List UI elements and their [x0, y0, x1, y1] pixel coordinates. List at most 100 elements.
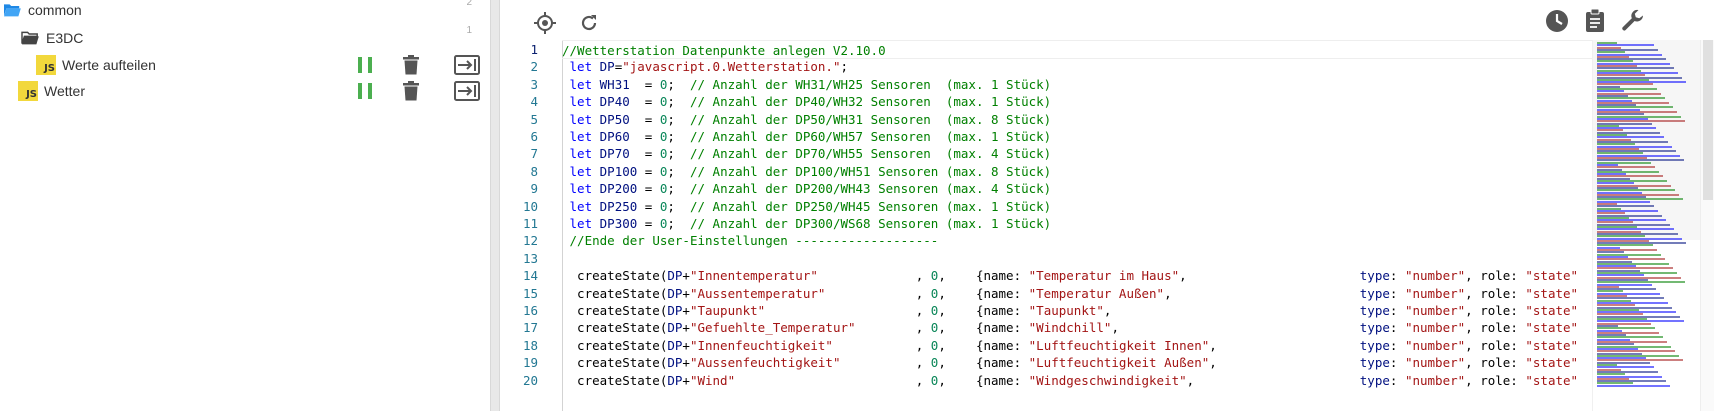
code-line[interactable]: let DP250 = 0; // Anzahl der DP250/WH45 …	[562, 197, 1052, 216]
item-count: 1	[466, 25, 472, 36]
code-line[interactable]: let WH31 = 0; // Anzahl der WH31/WH25 Se…	[562, 75, 1052, 94]
code-token: let	[569, 129, 593, 144]
code-editor[interactable]: 1 2 3 4 5 6 7 8 9 10 11 12 13 14 15 16 17 18 19 20 //Wetter…	[500, 40, 1592, 411]
line-number: 11	[522, 216, 538, 231]
clipboard-icon[interactable]	[1582, 8, 1608, 34]
line-number: 5	[530, 111, 538, 127]
scrollbar-thumb[interactable]	[1703, 40, 1713, 200]
code-token: let	[569, 216, 593, 231]
code-token: ,	[840, 355, 931, 371]
code-token: // Anzahl der DP300/WS68 Sensoren (max. …	[689, 216, 1052, 231]
line-number: 15	[522, 285, 538, 301]
code-token: ;	[667, 129, 690, 144]
export-icon[interactable]	[454, 81, 480, 101]
code-token: , {name:	[938, 320, 1029, 336]
code-token: , {name:	[938, 355, 1029, 371]
code-line[interactable]: let DP100 = 0; // Anzahl der DP100/WH51 …	[562, 162, 1052, 181]
editor-toolbar-right	[1544, 8, 1646, 34]
code-token: "state"	[1525, 320, 1579, 336]
folder-open-icon	[4, 4, 21, 17]
code-token: =	[637, 216, 660, 231]
code-token: "number"	[1404, 285, 1466, 301]
row-actions	[358, 81, 480, 101]
code-token: type	[1359, 268, 1390, 284]
code-token: "Wind"	[689, 372, 736, 388]
code-token: ,	[825, 285, 931, 301]
code-token: , role:	[1465, 303, 1526, 318]
code-token: createState(	[562, 355, 668, 371]
code-line[interactable]: createState(DP+"Gefuehlte_Temperatur" , …	[562, 318, 1578, 337]
code-token: ;	[667, 146, 690, 162]
code-token: ;	[667, 216, 690, 231]
code-token: let	[569, 59, 593, 75]
code-token: // Anzahl der DP60/WH57 Sensoren (max. 1…	[689, 129, 1052, 144]
tree-item-wetter[interactable]: JS Wetter	[0, 77, 490, 105]
code-line[interactable]: let DP300 = 0; // Anzahl der DP300/WS68 …	[562, 214, 1052, 233]
editor-vertical-scrollbar[interactable]	[1700, 40, 1714, 411]
code-token: "Temperatur im Haus"	[1028, 268, 1180, 284]
trash-icon[interactable]	[402, 81, 420, 101]
code-line[interactable]: //Wetterstation Datenpunkte anlegen V2.1…	[562, 40, 1592, 59]
locate-icon[interactable]	[532, 10, 558, 36]
code-line[interactable]: let DP200 = 0; // Anzahl der DP200/WH43 …	[562, 179, 1052, 198]
code-token: let	[569, 146, 593, 162]
tree-item-common[interactable]: common 2	[0, 0, 490, 24]
panel-resize-handle[interactable]	[490, 0, 500, 411]
history-icon[interactable]	[1544, 8, 1570, 34]
code-line[interactable]: createState(DP+"Aussentemperatur" , 0, {…	[562, 284, 1578, 303]
code-line[interactable]: createState(DP+"Wind" , 0, {name: "Windg…	[562, 371, 1578, 390]
code-token: "Luftfeuchtigkeit Innen"	[1028, 337, 1210, 353]
code-token: "state"	[1525, 337, 1579, 353]
code-line[interactable]: createState(DP+"Innentemperatur" , 0, {n…	[562, 266, 1578, 285]
code-line[interactable]: createState(DP+"Taupunkt" , 0, {name: "T…	[562, 301, 1578, 320]
code-line[interactable]: let DP40 = 0; // Anzahl der DP40/WH32 Se…	[562, 92, 1052, 111]
code-token: ;	[667, 198, 690, 214]
export-icon[interactable]	[454, 55, 480, 75]
minimap[interactable]	[1592, 40, 1703, 411]
code-token: =	[629, 146, 660, 162]
code-line[interactable]: let DP="javascript.0.Wetterstation.";	[562, 57, 848, 76]
trash-icon[interactable]	[402, 55, 420, 75]
line-number: 3	[530, 76, 538, 92]
pause-icon[interactable]	[358, 83, 372, 99]
code-line[interactable]: let DP60 = 0; // Anzahl der DP60/WH57 Se…	[562, 127, 1052, 146]
code-token: let	[569, 111, 593, 127]
code-token: +	[682, 303, 690, 318]
code-token: //Wetterstation Datenpunkte anlegen V2.1…	[562, 43, 886, 58]
code-token: let	[569, 76, 593, 92]
code-token: , role:	[1465, 285, 1526, 301]
line-number: 4	[530, 94, 538, 110]
code-token: DP40	[599, 94, 630, 110]
minimap-line	[1597, 384, 1670, 387]
code-token: ;	[667, 76, 690, 92]
tree-item-werte-aufteilen[interactable]: JS Werte aufteilen	[0, 51, 490, 79]
code-line[interactable]: let DP50 = 0; // Anzahl der DP50/WH31 Se…	[562, 110, 1052, 129]
code-line[interactable]: createState(DP+"Aussenfeuchtigkeit" , 0,…	[562, 353, 1578, 372]
code-token: ,	[817, 268, 931, 284]
code-token: // Anzahl der DP200/WH43 Sensoren (max. …	[689, 181, 1052, 197]
javascript-icon: JS	[18, 81, 38, 101]
code-line[interactable]: let DP70 = 0; // Anzahl der DP70/WH55 Se…	[562, 144, 1052, 163]
code-line[interactable]: createState(DP+"Innenfeuchtigkeit" , 0, …	[562, 336, 1578, 355]
code-token: type	[1359, 355, 1390, 371]
code-token: , {name:	[938, 268, 1029, 284]
code-token: "Windchill"	[1028, 320, 1112, 336]
code-token: type	[1359, 372, 1390, 388]
code-token: // Anzahl der WH31/WH25 Sensoren (max. 1…	[689, 76, 1052, 92]
pause-icon[interactable]	[358, 57, 372, 73]
code-token: createState(	[562, 268, 668, 284]
code-token: "number"	[1404, 303, 1466, 318]
tree-item-e3dc[interactable]: E3DC 1	[0, 24, 490, 52]
code-token: "Taupunkt"	[689, 303, 766, 318]
refresh-icon[interactable]	[576, 10, 602, 36]
code-line[interactable]: //Ende der User-Einstellungen ----------…	[562, 231, 939, 250]
wrench-icon[interactable]	[1620, 8, 1646, 34]
code-token: ;	[667, 94, 690, 110]
code-token: , role:	[1465, 372, 1526, 388]
